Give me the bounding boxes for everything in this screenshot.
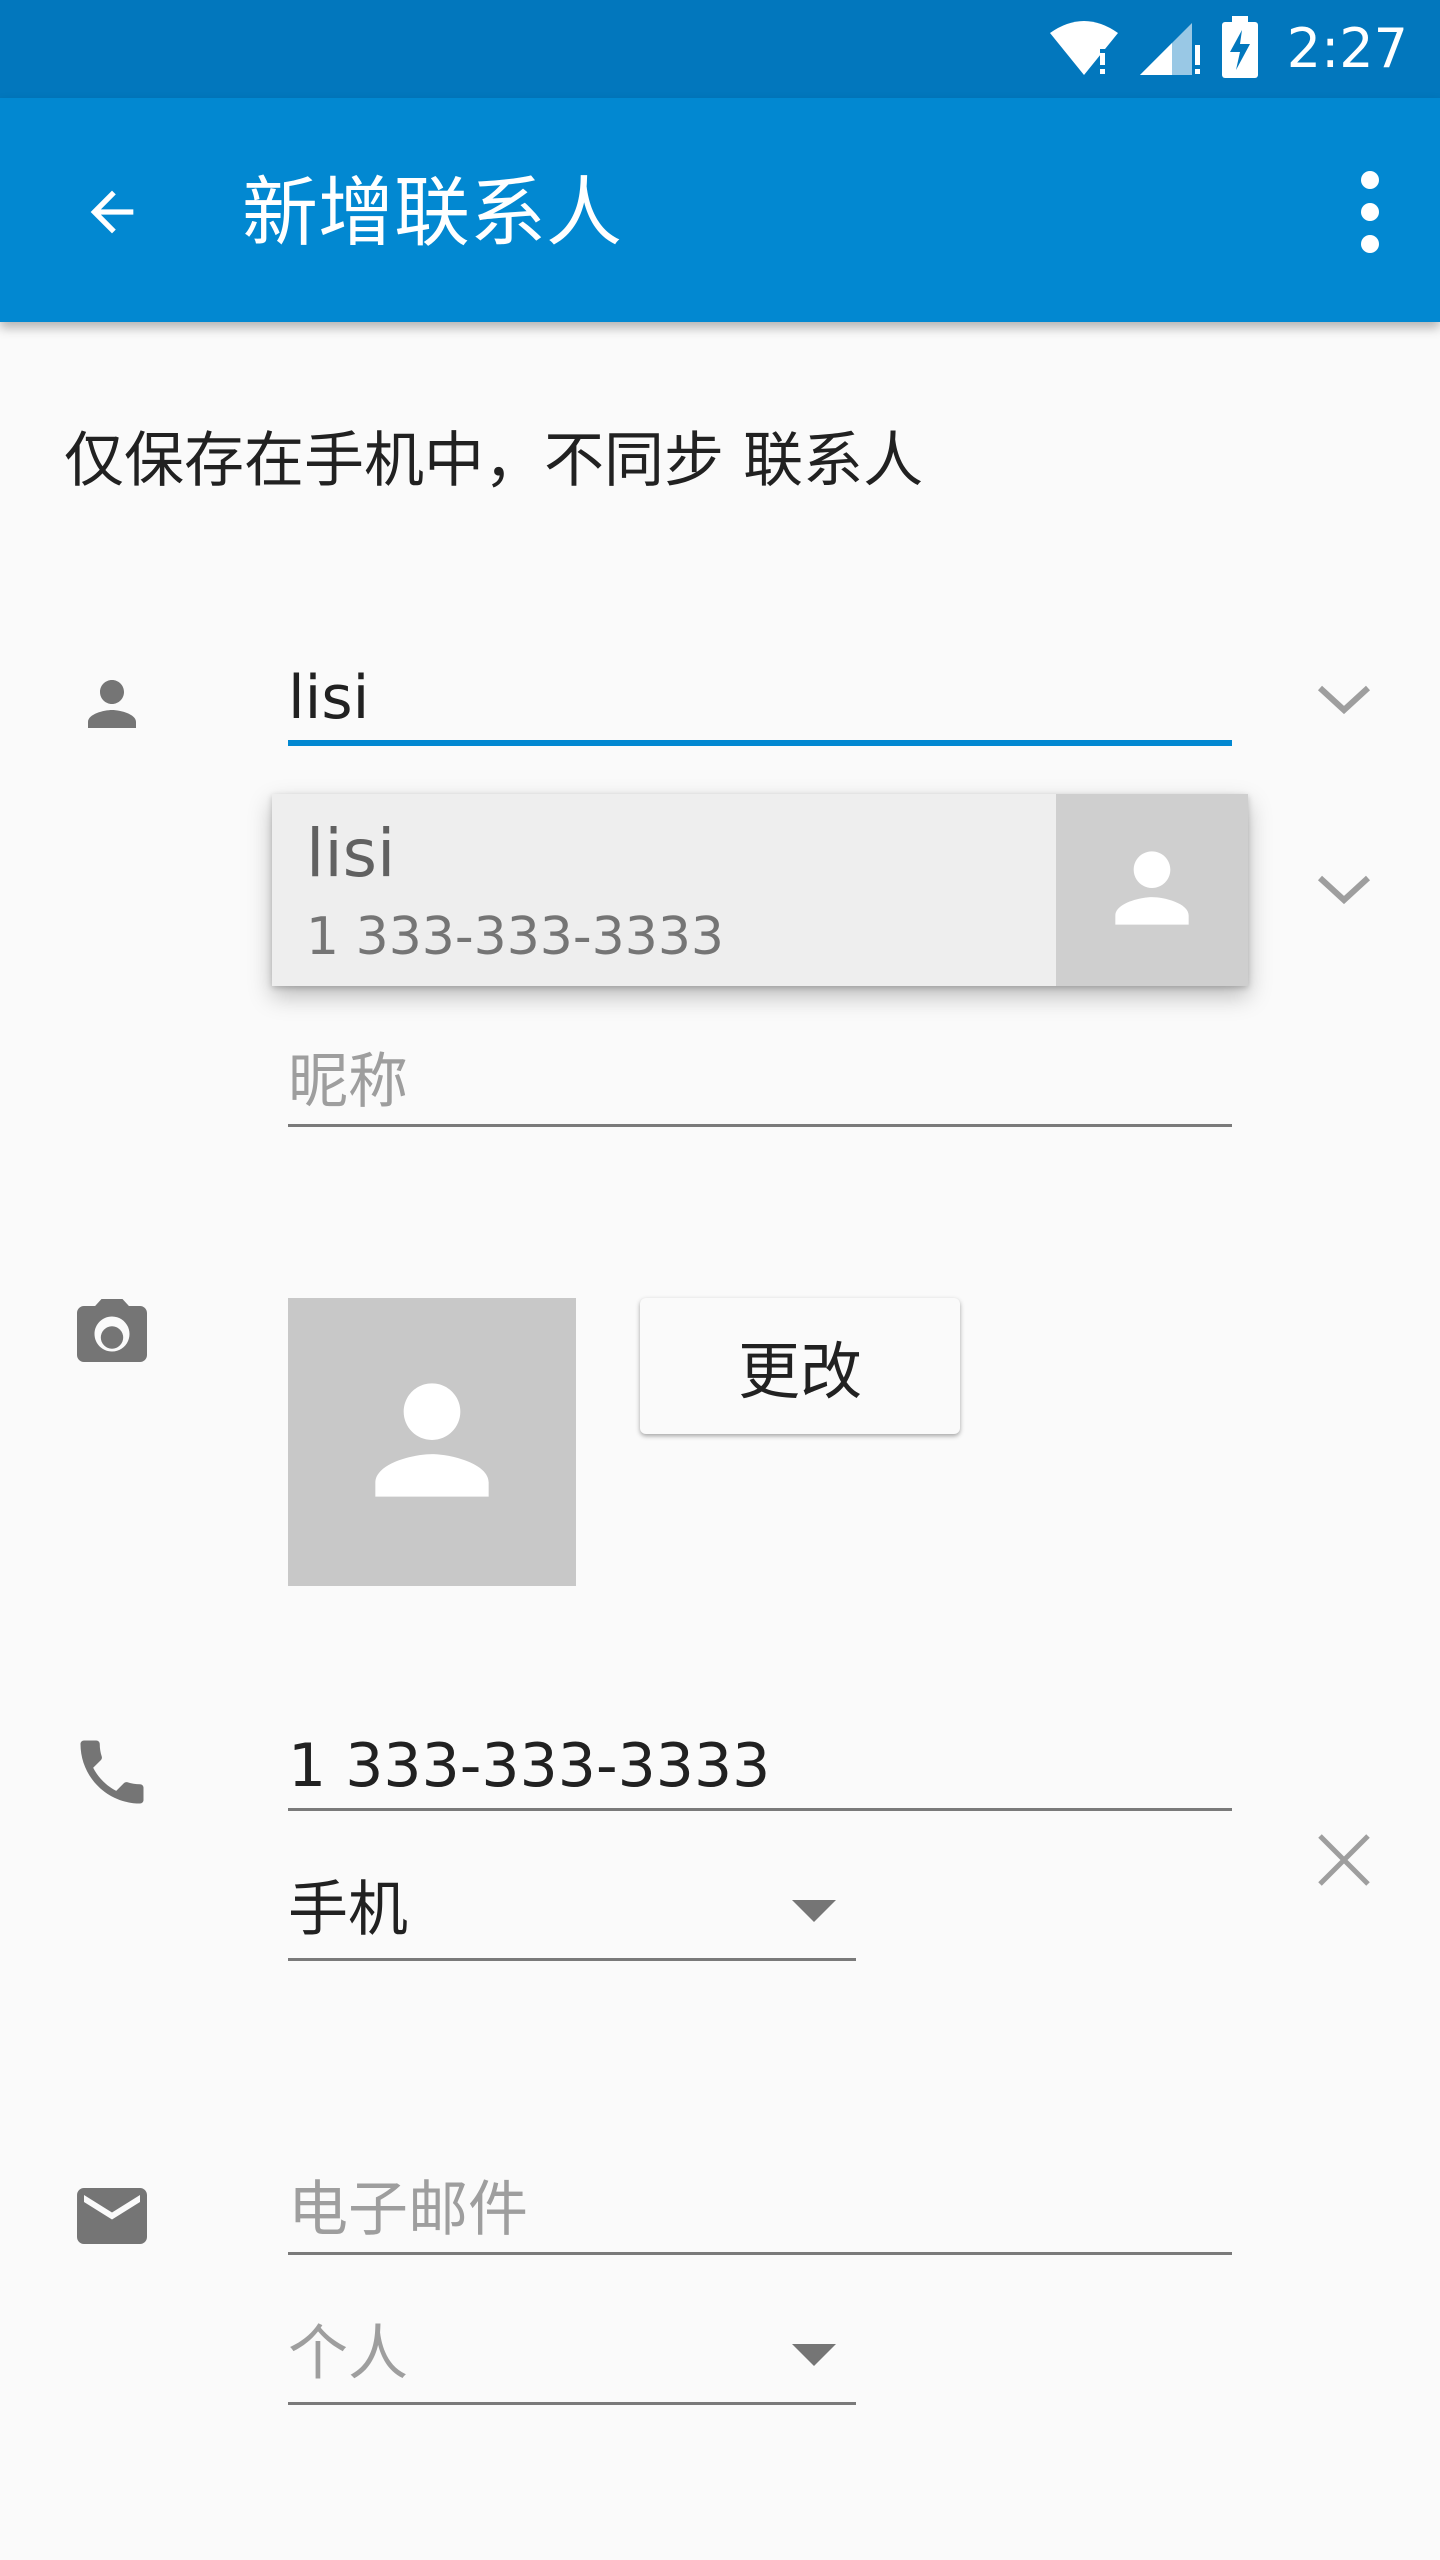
account-info-text: 仅保存在手机中，不同步 联系人 xyxy=(64,426,924,496)
suggestion-avatar xyxy=(1056,794,1248,986)
status-time: 2:27 xyxy=(1286,17,1408,80)
phone-type-select[interactable]: 手机 xyxy=(288,1862,856,1961)
remove-phone-button[interactable] xyxy=(1304,1822,1384,1902)
person-icon xyxy=(347,1355,517,1529)
close-icon xyxy=(1316,1832,1372,1892)
wifi-icon xyxy=(1048,17,1120,81)
email-type-value: 个人 xyxy=(288,2319,408,2389)
contact-photo[interactable] xyxy=(288,1298,576,1586)
back-button[interactable] xyxy=(64,166,160,262)
app-bar: 新增联系人 xyxy=(0,98,1440,322)
camera-icon xyxy=(64,1286,160,1382)
email-placeholder: 电子邮件 xyxy=(288,2175,528,2245)
autocomplete-suggestion[interactable]: lisi 1 333-333-3333 xyxy=(272,794,1248,986)
chevron-down-icon xyxy=(1314,678,1374,722)
expand-name-button[interactable] xyxy=(1304,660,1384,740)
email-input[interactable]: 电子邮件 xyxy=(288,2168,1232,2255)
nickname-placeholder: 昵称 xyxy=(288,1047,408,1117)
expand-phonetic-button[interactable] xyxy=(1304,850,1384,930)
more-options-button[interactable] xyxy=(1322,164,1418,260)
person-icon xyxy=(64,656,160,752)
phone-input[interactable]: 1 333-333-3333 xyxy=(288,1724,1232,1811)
status-bar: 2:27 xyxy=(0,0,1440,98)
more-vert-icon xyxy=(1361,171,1379,189)
name-input[interactable]: lisi xyxy=(288,656,1232,746)
dropdown-arrow-icon xyxy=(792,1900,836,1922)
status-icons xyxy=(1048,16,1260,82)
suggestion-number: 1 333-333-3333 xyxy=(306,907,724,967)
page-title: 新增联系人 xyxy=(242,168,622,257)
signal-icon xyxy=(1138,17,1202,81)
battery-charging-icon xyxy=(1220,16,1260,82)
arrow-back-icon xyxy=(80,180,144,248)
email-type-select[interactable]: 个人 xyxy=(288,2306,856,2405)
nickname-input[interactable]: 昵称 xyxy=(288,1040,1232,1127)
chevron-down-icon xyxy=(1314,868,1374,912)
phone-type-value: 手机 xyxy=(288,1875,408,1945)
phone-icon xyxy=(64,1724,160,1820)
dropdown-arrow-icon xyxy=(792,2344,836,2366)
change-photo-button[interactable]: 更改 xyxy=(640,1298,960,1434)
email-icon xyxy=(64,2168,160,2264)
suggestion-name: lisi xyxy=(306,815,396,892)
person-icon xyxy=(1097,833,1207,947)
